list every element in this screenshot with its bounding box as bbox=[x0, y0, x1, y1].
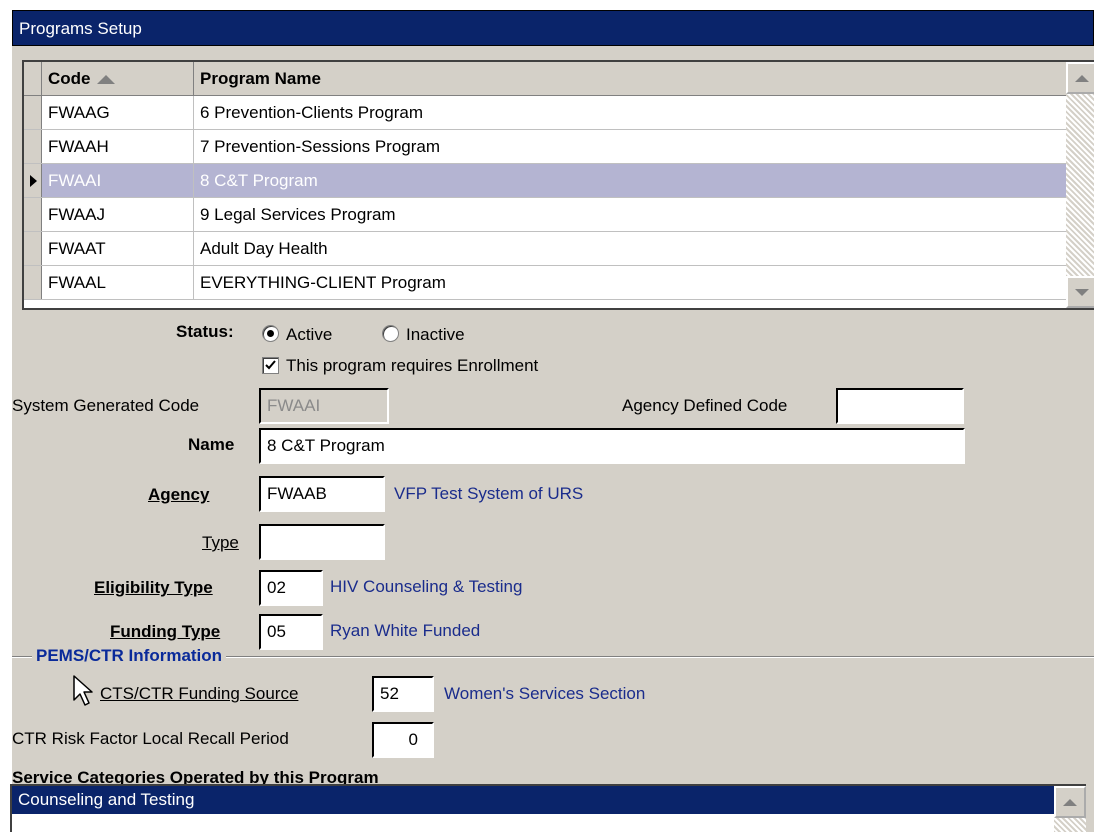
cell-code: FWAAH bbox=[42, 130, 194, 163]
funding-type-description: Ryan White Funded bbox=[330, 621, 481, 640]
status-label: Status: bbox=[176, 322, 234, 341]
column-header-code[interactable]: Code bbox=[42, 62, 194, 95]
table-row[interactable]: FWAAT Adult Day Health bbox=[24, 232, 1068, 266]
programs-setup-window: Programs Setup Code Program Name FWAAG 6… bbox=[10, 8, 1094, 832]
name-label: Name bbox=[188, 435, 235, 454]
agency-defined-code-field[interactable] bbox=[836, 388, 964, 424]
ctr-recall-period-label: CTR Risk Factor Local Recall Period bbox=[12, 729, 289, 748]
type-label[interactable]: Type bbox=[202, 533, 239, 553]
agency-defined-code-label: Agency Defined Code bbox=[622, 396, 788, 415]
system-generated-code-field: FWAAI bbox=[259, 388, 389, 424]
scroll-up-button[interactable] bbox=[1066, 62, 1094, 94]
eligibility-type-description: HIV Counseling & Testing bbox=[330, 577, 523, 596]
current-row-icon bbox=[30, 175, 37, 187]
row-selector[interactable] bbox=[24, 96, 42, 129]
cell-program-name: 6 Prevention-Clients Program bbox=[200, 103, 423, 122]
cell-program-name: 9 Legal Services Program bbox=[200, 205, 396, 224]
funding-type-field[interactable]: 05 bbox=[259, 614, 323, 650]
service-categories-list[interactable]: Counseling and Testing bbox=[10, 784, 1086, 832]
row-selector[interactable] bbox=[24, 232, 42, 265]
cell-code: FWAAL bbox=[42, 266, 194, 299]
agency-label[interactable]: Agency bbox=[148, 485, 209, 505]
enrollment-checkbox[interactable] bbox=[262, 357, 279, 374]
system-generated-code-label: System Generated Code bbox=[12, 396, 200, 415]
status-active-label[interactable]: Active bbox=[286, 325, 332, 345]
cell-program-name: EVERYTHING-CLIENT Program bbox=[200, 273, 446, 292]
sort-ascending-icon bbox=[96, 75, 115, 85]
checkmark-icon bbox=[265, 360, 276, 370]
row-selector[interactable] bbox=[24, 130, 42, 163]
mouse-pointer-icon bbox=[73, 675, 93, 706]
cell-code: FWAAI bbox=[42, 164, 194, 197]
agency-field[interactable]: FWAAB bbox=[259, 476, 385, 512]
column-header-code-label: Code bbox=[48, 69, 91, 88]
status-inactive-radio[interactable] bbox=[382, 325, 399, 342]
grid-rows: FWAAG 6 Prevention-Clients Program FWAAH… bbox=[24, 96, 1068, 300]
status-inactive-label[interactable]: Inactive bbox=[406, 325, 465, 345]
row-selector[interactable] bbox=[24, 164, 42, 197]
cell-program-name: 8 C&T Program bbox=[200, 171, 318, 190]
funding-type-label[interactable]: Funding Type bbox=[110, 622, 220, 642]
name-field[interactable]: 8 C&T Program bbox=[259, 428, 965, 464]
pems-group-title: PEMS/CTR Information bbox=[32, 646, 227, 666]
arrow-up-icon bbox=[1063, 798, 1077, 806]
services-scroll-up-button[interactable] bbox=[1054, 786, 1086, 818]
type-field[interactable] bbox=[259, 524, 385, 560]
grid-vertical-scrollbar[interactable] bbox=[1066, 62, 1094, 308]
arrow-up-icon bbox=[1075, 74, 1089, 82]
ctr-recall-period-field[interactable]: 0 bbox=[372, 722, 434, 758]
radio-selected-dot-icon bbox=[267, 330, 274, 337]
row-selector[interactable] bbox=[24, 266, 42, 299]
table-row[interactable]: FWAAJ 9 Legal Services Program bbox=[24, 198, 1068, 232]
cell-code: FWAAT bbox=[42, 232, 194, 265]
column-header-program-name[interactable]: Program Name bbox=[194, 62, 1068, 95]
eligibility-type-label[interactable]: Eligibility Type bbox=[94, 578, 213, 598]
table-row[interactable]: FWAAL EVERYTHING-CLIENT Program bbox=[24, 266, 1068, 300]
row-selector-header bbox=[24, 62, 42, 95]
cts-ctr-funding-source-field[interactable]: 52 bbox=[372, 676, 434, 712]
agency-description: VFP Test System of URS bbox=[394, 484, 584, 503]
row-selector[interactable] bbox=[24, 198, 42, 231]
enrollment-label[interactable]: This program requires Enrollment bbox=[286, 356, 538, 376]
programs-grid[interactable]: Code Program Name FWAAG 6 Prevention-Cli… bbox=[22, 60, 1094, 310]
table-row-selected[interactable]: FWAAI 8 C&T Program bbox=[24, 164, 1068, 198]
window-title: Programs Setup bbox=[12, 10, 1094, 46]
eligibility-type-field[interactable]: 02 bbox=[259, 570, 323, 606]
cell-program-name: Adult Day Health bbox=[200, 239, 328, 258]
table-row[interactable]: FWAAH 7 Prevention-Sessions Program bbox=[24, 130, 1068, 164]
services-vertical-scrollbar[interactable] bbox=[1054, 786, 1086, 832]
cell-program-name: 7 Prevention-Sessions Program bbox=[200, 137, 441, 156]
cell-code: FWAAG bbox=[42, 96, 194, 129]
scroll-down-button[interactable] bbox=[1066, 276, 1094, 308]
cts-ctr-funding-source-label[interactable]: CTS/CTR Funding Source bbox=[100, 684, 298, 704]
status-active-radio[interactable] bbox=[262, 325, 279, 342]
arrow-down-icon bbox=[1075, 288, 1089, 296]
cell-code: FWAAJ bbox=[42, 198, 194, 231]
list-item-selected[interactable]: Counseling and Testing bbox=[12, 786, 1056, 814]
grid-header: Code Program Name bbox=[24, 62, 1068, 96]
cts-ctr-funding-source-description: Women's Services Section bbox=[444, 684, 646, 703]
table-row[interactable]: FWAAG 6 Prevention-Clients Program bbox=[24, 96, 1068, 130]
